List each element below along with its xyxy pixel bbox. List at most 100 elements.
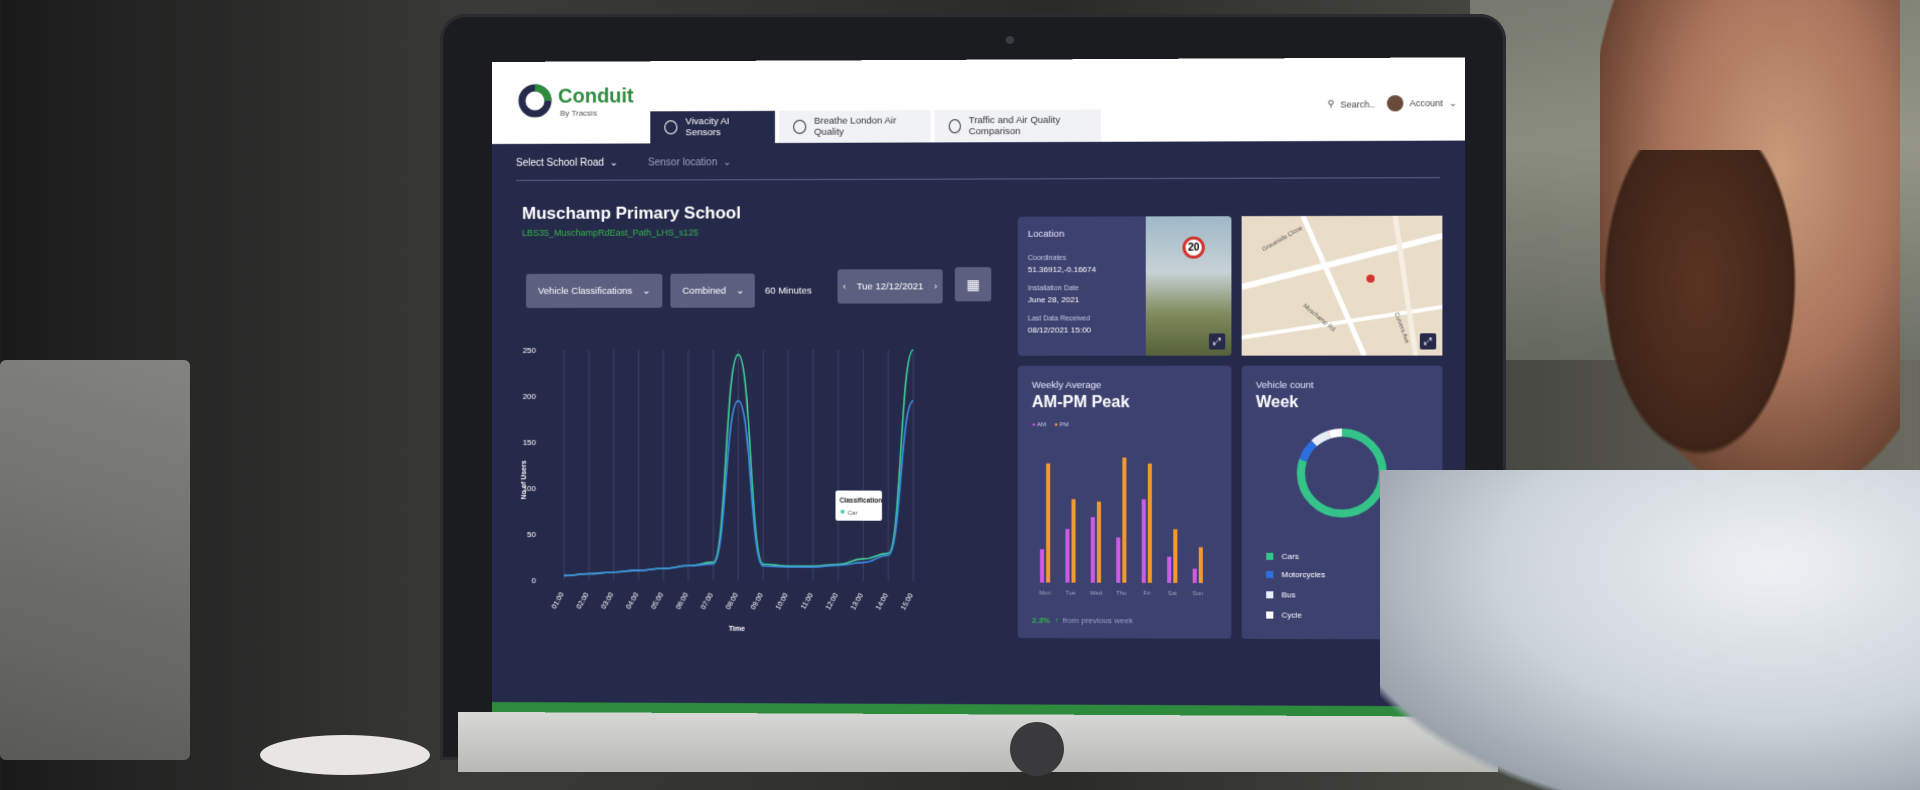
legend-row-cars: Cars <box>1266 552 1299 561</box>
x-tick-label: 05:00 <box>650 592 665 611</box>
x-tick-label: 12:00 <box>825 592 840 611</box>
vehicle-title: Week <box>1256 394 1298 412</box>
chevron-down-icon: ⌄ <box>1449 97 1457 108</box>
tab-comparison[interactable]: Traffic and Air Quality Comparison <box>935 110 1101 143</box>
x-tick-label: 01:00 <box>551 592 566 611</box>
compare-icon <box>949 119 961 133</box>
vehicle-donut-chart <box>1291 422 1393 523</box>
vehicle-count-card: Vehicle count Week Cars 80% Motorcycles … <box>1242 366 1443 640</box>
x-tick-label: 15:00 <box>900 593 915 612</box>
mode-select[interactable]: Combined ⌄ <box>670 274 754 308</box>
change-text: from previous week <box>1063 616 1134 625</box>
bar-am <box>1193 569 1197 583</box>
account-label: Account <box>1410 98 1443 108</box>
pct-bus: 7% <box>1418 583 1439 592</box>
calendar-icon: ▦ <box>966 276 979 293</box>
coordinates-label: Coordinates <box>1028 255 1066 262</box>
legend-am: ● AM <box>1032 422 1046 428</box>
y-tick-label: 250 <box>523 346 537 355</box>
sensor-location-select[interactable]: Sensor location ⌄ <box>648 157 731 168</box>
expand-map-icon[interactable]: ⤢ <box>1420 333 1436 349</box>
x-tick-label: 06:00 <box>675 592 690 611</box>
bar-pm <box>1122 458 1126 583</box>
search-button[interactable]: ⚲ Search.. <box>1328 98 1375 109</box>
traffic-line-chart: 01:00 02:00 03:00 04:00 05:00 06:00 07:00 08:00… <box>516 330 928 682</box>
speed-sign-icon: 20 <box>1182 236 1204 258</box>
page-title: Muschamp Primary School <box>522 203 741 224</box>
search-label: Search.. <box>1340 99 1374 109</box>
x-tick-label: 08:00 <box>725 592 740 611</box>
x-axis-label: Time <box>729 626 745 633</box>
bar-am <box>1091 517 1095 583</box>
installation-value: June 28, 2021 <box>1028 295 1080 304</box>
tab-vivacity[interactable]: Vivacity AI Sensors <box>650 111 775 144</box>
brand-sub: By Tracsis <box>560 109 597 118</box>
monitor-logo <box>1010 722 1064 776</box>
legend-swatch <box>1266 591 1273 598</box>
classification-select[interactable]: Vehicle Classifications ⌄ <box>526 274 662 308</box>
filter-bar: Select School Road ⌄ Sensor location ⌄ <box>516 157 731 169</box>
day-label: Sun <box>1192 591 1203 597</box>
interval-label: 60 Minutes <box>765 286 812 297</box>
day-label: Tue <box>1065 591 1076 597</box>
next-day-icon[interactable]: › <box>934 281 937 292</box>
prev-day-icon[interactable]: ‹ <box>843 281 846 292</box>
legend-row-motorcycles: Motorcycles <box>1266 570 1325 579</box>
y-axis-label: No of Users <box>521 460 528 499</box>
calendar-button[interactable]: ▦ <box>955 267 991 301</box>
change-value: 2.3% <box>1032 616 1051 625</box>
location-card: Location Coordinates 51.36912,-0.16674 I… <box>1018 216 1232 356</box>
y-tick-label: 50 <box>527 530 536 539</box>
expand-photo-icon[interactable]: ⤢ <box>1209 333 1225 349</box>
legend-swatch <box>1266 612 1273 619</box>
chevron-down-icon: ⌄ <box>736 285 744 296</box>
x-tick-label: 10:00 <box>775 592 790 611</box>
x-tick-label: 07:00 <box>700 592 715 611</box>
x-tick-label: 04:00 <box>625 592 640 611</box>
weekly-title: AM-PM Peak <box>1032 394 1130 412</box>
conduit-logo-icon <box>518 84 552 118</box>
x-tick-label: 11:00 <box>800 592 815 610</box>
top-bar: Conduit By Tracsis Vivacity AI Sensors B… <box>492 57 1465 144</box>
vehicle-label: Vehicle count <box>1256 380 1314 391</box>
x-tick-label: 13:00 <box>850 592 865 611</box>
date-picker[interactable]: ‹ Tue 12/12/2021 › <box>838 269 943 303</box>
coordinates-value: 51.36912,-0.16674 <box>1028 265 1096 274</box>
y-tick-label: 0 <box>532 576 537 585</box>
sensor-photo: 20 ⤢ <box>1146 216 1232 356</box>
bar-am <box>1142 499 1146 583</box>
weekly-legend: ● AM ● PM <box>1032 422 1069 428</box>
bar-pm <box>1173 529 1177 583</box>
search-icon: ⚲ <box>1328 99 1335 110</box>
sensor-id: LBS35_MuschampRdEast_Path_LHS_s125 <box>522 228 699 238</box>
weekly-bar-chart: Mon Tue Wed Thu Fri Sat Sun <box>1028 436 1221 608</box>
bar-pm <box>1148 464 1152 583</box>
weekly-change: 2.3% ↑ from previous week <box>1032 616 1133 625</box>
legend-swatch <box>1266 571 1273 578</box>
tab-breathe-london[interactable]: Breathe London Air Quality <box>779 110 930 143</box>
app-screen: Conduit By Tracsis Vivacity AI Sensors B… <box>492 57 1465 716</box>
legend-row-bus: Bus <box>1266 590 1295 599</box>
legend-pm: ● PM <box>1054 422 1069 428</box>
chart-tooltip: Classification Car <box>835 491 882 521</box>
x-tick-label: 02:00 <box>576 592 591 611</box>
day-label: Fri <box>1143 591 1150 597</box>
account-menu[interactable]: Account ⌄ <box>1387 95 1457 112</box>
bar-am <box>1116 537 1120 582</box>
pct-motorcycles: 8% <box>1418 562 1439 571</box>
background-window <box>1470 0 1920 360</box>
school-road-select[interactable]: Select School Road ⌄ <box>516 158 618 169</box>
bar-pm <box>1199 547 1203 583</box>
location-map[interactable]: Graveside Close Muschamp Rd Culvers Ave … <box>1242 216 1443 356</box>
tooltip-dot <box>841 510 845 514</box>
last-data-value: 08/12/2021 15:00 <box>1028 325 1091 334</box>
day-label: Wed <box>1090 591 1102 597</box>
coffee-mug <box>260 735 430 775</box>
day-label: Thu <box>1116 591 1126 597</box>
legend-row-cycle: Cycle <box>1266 610 1302 619</box>
map-roads <box>1242 216 1443 356</box>
chevron-down-icon: ⌄ <box>642 285 650 296</box>
tab-label: Vivacity AI Sensors <box>686 116 761 138</box>
y-tick-label: 150 <box>523 438 537 447</box>
bar-am <box>1065 529 1069 583</box>
